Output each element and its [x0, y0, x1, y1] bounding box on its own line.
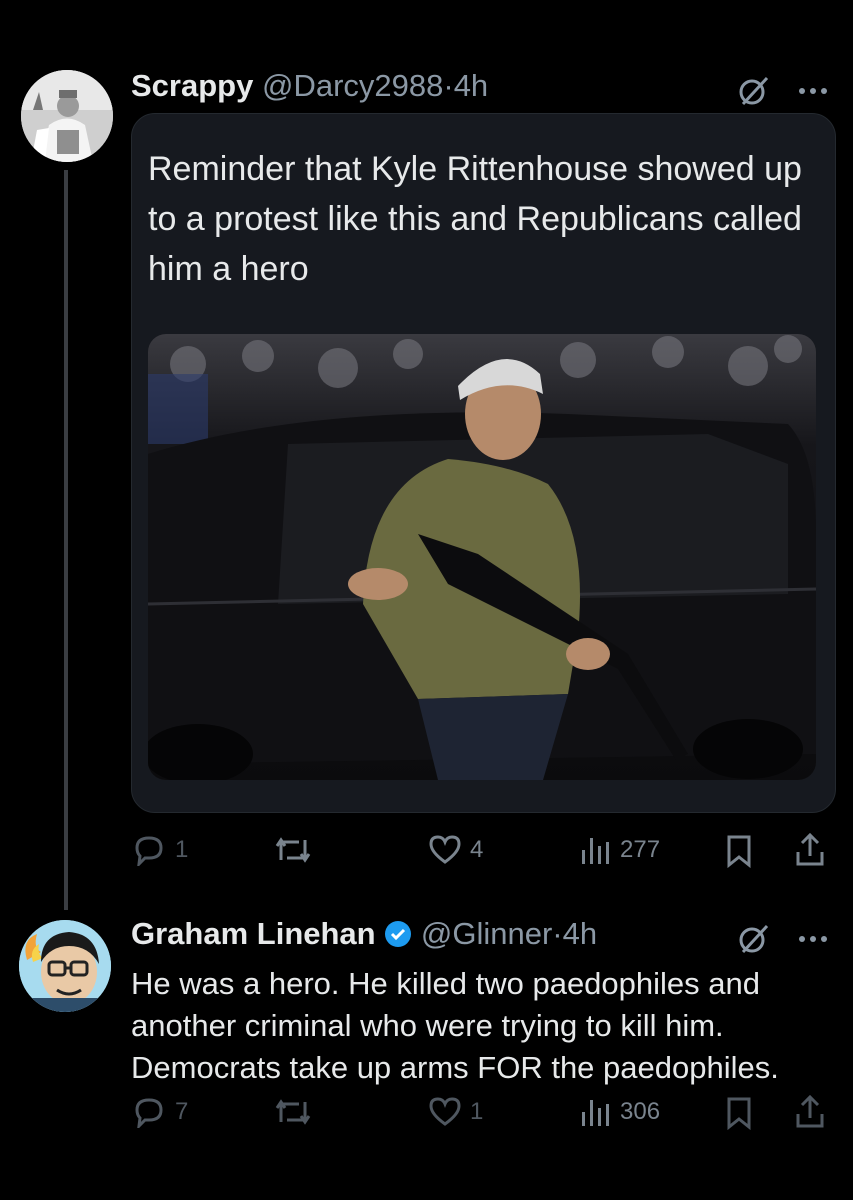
- reply-button[interactable]: 7: [131, 1096, 188, 1128]
- share-button[interactable]: [793, 832, 827, 868]
- retweet-button[interactable]: [273, 834, 313, 866]
- reply-icon: [135, 836, 163, 866]
- avatar-portrait-image: [21, 70, 113, 162]
- display-name[interactable]: Scrappy: [131, 68, 253, 103]
- avatar[interactable]: [21, 70, 113, 162]
- views-icon: [582, 838, 609, 864]
- retweet-button[interactable]: [273, 1096, 313, 1128]
- views-icon: [582, 1100, 609, 1126]
- timestamp[interactable]: 4h: [563, 916, 597, 951]
- like-count: 1: [470, 1098, 484, 1125]
- thread-connector-line: [64, 170, 68, 910]
- timestamp[interactable]: 4h: [454, 68, 488, 103]
- tweet-header: Graham Linehan @Glinner·4h: [131, 916, 597, 956]
- user-handle[interactable]: @Glinner: [421, 916, 552, 951]
- more-icon[interactable]: [795, 924, 831, 954]
- reply-icon: [135, 1098, 163, 1128]
- views-button[interactable]: 277: [578, 834, 660, 866]
- verified-badge-icon: [384, 920, 412, 956]
- tweet-text: He was a hero. He killed two paedophiles…: [131, 966, 779, 1085]
- like-button[interactable]: 1: [428, 1096, 483, 1128]
- avatar[interactable]: [19, 920, 111, 1012]
- bookmark-icon: [727, 1097, 751, 1130]
- tweet-text: Reminder that Kyle Rittenhouse showed up…: [148, 150, 802, 288]
- like-icon: [429, 835, 461, 864]
- share-icon: [796, 832, 824, 866]
- more-icon[interactable]: [795, 76, 831, 106]
- avatar-cartoon-image: [19, 920, 111, 1012]
- tweet-header: Scrappy @Darcy2988·4h: [131, 68, 488, 104]
- views-count: 306: [620, 1098, 661, 1125]
- bookmark-icon: [727, 835, 751, 868]
- retweet-icon: [275, 837, 311, 863]
- views-button[interactable]: 306: [578, 1096, 660, 1128]
- like-icon: [429, 1097, 461, 1126]
- views-count: 277: [620, 836, 661, 863]
- tweet-photo[interactable]: [148, 334, 816, 780]
- like-button[interactable]: 4: [428, 834, 483, 866]
- reply-count: 1: [175, 836, 189, 863]
- user-handle[interactable]: @Darcy2988: [262, 68, 443, 103]
- protest-night-photo-image: [148, 334, 816, 780]
- like-count: 4: [470, 836, 484, 863]
- share-button[interactable]: [793, 1094, 827, 1130]
- bookmark-button[interactable]: [724, 834, 754, 868]
- reply-count: 7: [175, 1098, 189, 1125]
- separator-dot: ·: [552, 916, 563, 951]
- display-name[interactable]: Graham Linehan: [131, 916, 376, 951]
- grok-icon[interactable]: [737, 922, 771, 956]
- bookmark-button[interactable]: [724, 1096, 754, 1130]
- retweet-icon: [275, 1099, 311, 1125]
- reply-button[interactable]: 1: [131, 834, 188, 866]
- share-icon: [796, 1094, 824, 1128]
- separator-dot: ·: [443, 68, 454, 103]
- grok-icon[interactable]: [737, 74, 771, 108]
